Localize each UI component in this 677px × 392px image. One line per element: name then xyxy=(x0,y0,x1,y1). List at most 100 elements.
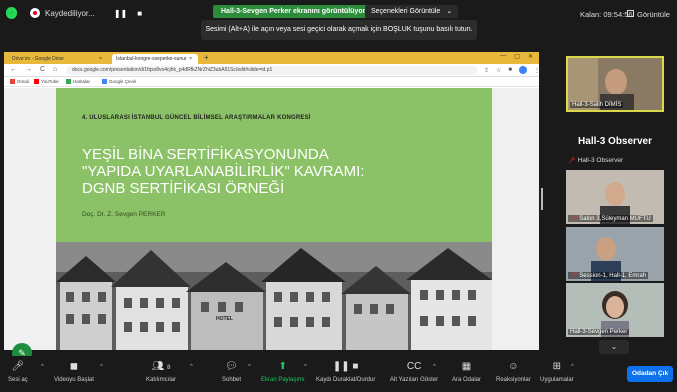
chat-button[interactable]: 💬︎ Sohbet xyxy=(222,359,241,383)
apps-button[interactable]: ⊞ Uygulamalar xyxy=(540,359,574,383)
breakout-rooms-icon: ▦ xyxy=(461,361,472,372)
reactions-label: Reaksiyonlar xyxy=(496,377,531,383)
observer-name: Hall-3 Observer xyxy=(577,157,624,164)
tab-label: İstanbul-kongre-sseperke-sunur xyxy=(116,56,187,62)
forward-icon[interactable]: → xyxy=(25,66,32,73)
chevron-down-icon[interactable]: ⌄ xyxy=(599,340,629,354)
chat-caret-icon[interactable]: ^ xyxy=(248,364,251,370)
recording-label: Kaydediliyor... xyxy=(45,8,95,18)
profile-avatar[interactable] xyxy=(519,66,528,74)
slide-congress-title: 4. ULUSLARASI İSTANBUL GÜNCEL BİLİMSEL A… xyxy=(82,115,311,121)
view-button[interactable]: Görüntüle xyxy=(627,10,670,19)
close-icon[interactable]: × xyxy=(189,54,192,64)
close-icon[interactable]: × xyxy=(99,54,102,64)
captions-button[interactable]: CC Alt Yazıları Göster xyxy=(390,359,438,383)
share-icon[interactable]: ⇪ xyxy=(484,67,489,74)
chat-icon: 💬︎ xyxy=(225,361,238,372)
participant-tile[interactable]: 🎤︎ Salon 3,Süleyman MÜFTÜ xyxy=(566,170,664,224)
captions-label: Alt Yazıları Göster xyxy=(390,377,439,383)
browser-tab-slides[interactable]: İstanbul-kongre-sseperke-sunur × xyxy=(112,54,198,64)
bookmark-label: Haritalar xyxy=(73,79,91,84)
captions-icon: CC xyxy=(406,361,422,372)
extension-icon[interactable]: ■ xyxy=(508,67,512,73)
bookmarks-bar: Gmail YouTube Haritalar Google Çeviri xyxy=(4,78,539,87)
audio-caret-icon[interactable]: ^ xyxy=(41,364,44,370)
participant-name: 🎤︎ Salon 3,Süleyman MÜFTÜ xyxy=(568,215,653,222)
presentation-area: 4. ULUSLARASI İSTANBUL GÜNCEL BİLİMSEL A… xyxy=(4,88,539,363)
participant-tile[interactable]: Hall-3-Sevgen Perker xyxy=(566,283,664,337)
observer-title: Hall-3 Observer xyxy=(578,136,652,147)
captions-caret-icon[interactable]: ^ xyxy=(433,364,436,370)
hotel-sign: HOTEL xyxy=(216,316,233,322)
view-options-button[interactable]: Seçenekleri Görüntüle ⌄ xyxy=(365,5,459,18)
browser-tab-row: Drive'ım - Google Drive × İstanbul-kongr… xyxy=(4,52,539,64)
translate-icon xyxy=(102,79,107,84)
browser-tab-drive[interactable]: Drive'ım - Google Drive × xyxy=(8,54,108,64)
slide-author: Doç. Dr. Z. Sevgen PERKER xyxy=(82,211,166,218)
participant-name: 🎤︎ Session-1, Hall-1, Emrah xyxy=(568,272,648,279)
bookmark-label: Google Çeviri xyxy=(109,79,137,84)
pause-stop-icon: ❚❚ ■ xyxy=(332,361,359,372)
menu-icon[interactable]: ⋮ xyxy=(534,67,540,74)
participants-caret-icon[interactable]: ^ xyxy=(190,364,193,370)
bookmark-label: YouTube xyxy=(41,79,59,84)
town-photo xyxy=(56,242,492,350)
home-icon[interactable]: ⌂ xyxy=(53,66,57,73)
video-caret-icon[interactable]: ^ xyxy=(100,364,103,370)
share-screen-button[interactable]: ⬆ Ekran Paylaşımı xyxy=(261,359,305,383)
leave-meeting-button[interactable]: Odadan Çık xyxy=(627,366,673,382)
share-screen-label: Ekran Paylaşımı xyxy=(261,377,305,383)
bookmark-label: Gmail xyxy=(17,79,29,84)
observer-name-row: 🎤︎ Hall-3 Observer xyxy=(568,157,623,164)
star-icon[interactable]: ☆ xyxy=(496,67,501,74)
pause-recording-label: Kaydı Duraklat/Durdur xyxy=(316,377,376,383)
back-icon[interactable]: ← xyxy=(10,66,17,73)
url-field[interactable]: docs.google.com/presentation/d/1fqsv8vo4… xyxy=(66,66,478,75)
bookmark-youtube[interactable]: YouTube xyxy=(34,79,59,84)
bookmark-gmail[interactable]: Gmail xyxy=(10,79,29,84)
gmail-icon xyxy=(10,79,15,84)
start-video-label: Videoyu Başlat xyxy=(54,377,94,383)
view-label: Görüntüle xyxy=(637,10,670,19)
pause-icon[interactable]: ❚❚ xyxy=(114,9,127,18)
self-video-tile[interactable]: Hall-3-Salih DİMİS xyxy=(566,56,664,112)
video-off-icon: ◼ xyxy=(69,361,79,372)
shield-icon[interactable]: ✓ xyxy=(6,7,17,19)
reload-icon[interactable]: C xyxy=(40,66,45,73)
unmute-button[interactable]: 🎤︎ Sesi aç xyxy=(8,359,28,383)
muted-mic-icon: 🎤︎ xyxy=(570,273,580,279)
reactions-button[interactable]: ☺ Reaksiyonlar xyxy=(496,359,531,383)
bookmark-translate[interactable]: Google Çeviri xyxy=(102,79,136,84)
unmute-label: Sesi aç xyxy=(8,377,28,383)
address-bar-row: ← → C ⌂ docs.google.com/presentation/d/1… xyxy=(4,64,540,77)
shared-screen: Drive'ım - Google Drive × İstanbul-kongr… xyxy=(4,52,540,363)
share-caret-icon[interactable]: ^ xyxy=(304,364,307,370)
minimize-icon[interactable]: — xyxy=(500,53,506,60)
recording-controls: ❚❚ ■ xyxy=(114,9,142,18)
reactions-icon: ☺ xyxy=(508,361,519,372)
presentation-slide: 4. ULUSLARASI İSTANBUL GÜNCEL BİLİMSEL A… xyxy=(56,88,492,350)
recording-area: ✓ Kaydediliyor... ❚❚ ■ xyxy=(6,7,142,19)
apps-caret-icon[interactable]: ^ xyxy=(571,364,574,370)
close-window-icon[interactable]: ✕ xyxy=(528,53,533,60)
maximize-icon[interactable]: ▢ xyxy=(514,53,520,60)
grid-icon xyxy=(627,10,634,17)
slide-title: YEŞİL BİNA SERTİFİKASYONUNDA "YAPIDA UYA… xyxy=(82,146,365,197)
breakout-rooms-button[interactable]: ▦ Ara Odalar xyxy=(452,359,481,383)
new-tab-icon[interactable]: + xyxy=(204,53,209,62)
pause-recording-button[interactable]: ❚❚ ■ Kaydı Duraklat/Durdur xyxy=(316,359,375,383)
participants-button[interactable]: 👥︎ 8 Katılımcılar xyxy=(146,359,176,383)
breakout-rooms-label: Ara Odalar xyxy=(452,377,482,383)
maps-icon xyxy=(66,79,71,84)
start-video-button[interactable]: ◼ Videoyu Başlat xyxy=(54,359,94,383)
participant-tile[interactable]: 🎤︎ Session-1, Hall-1, Emrah xyxy=(566,227,664,281)
stop-icon[interactable]: ■ xyxy=(137,9,142,18)
mute-tooltip: Sesimi (Alt+A) ile açın veya sesi geçici… xyxy=(201,20,477,40)
slide-photo: HOTEL xyxy=(56,242,492,350)
bookmark-maps[interactable]: Haritalar xyxy=(66,79,90,84)
panel-splitter[interactable] xyxy=(541,188,543,210)
record-icon xyxy=(30,8,40,18)
address-icons: ⇪ ☆ ■ ⋮ xyxy=(484,66,540,74)
tab-label: Drive'ım - Google Drive xyxy=(12,56,64,62)
participant-name: Hall-3-Sevgen Perker xyxy=(568,329,630,335)
